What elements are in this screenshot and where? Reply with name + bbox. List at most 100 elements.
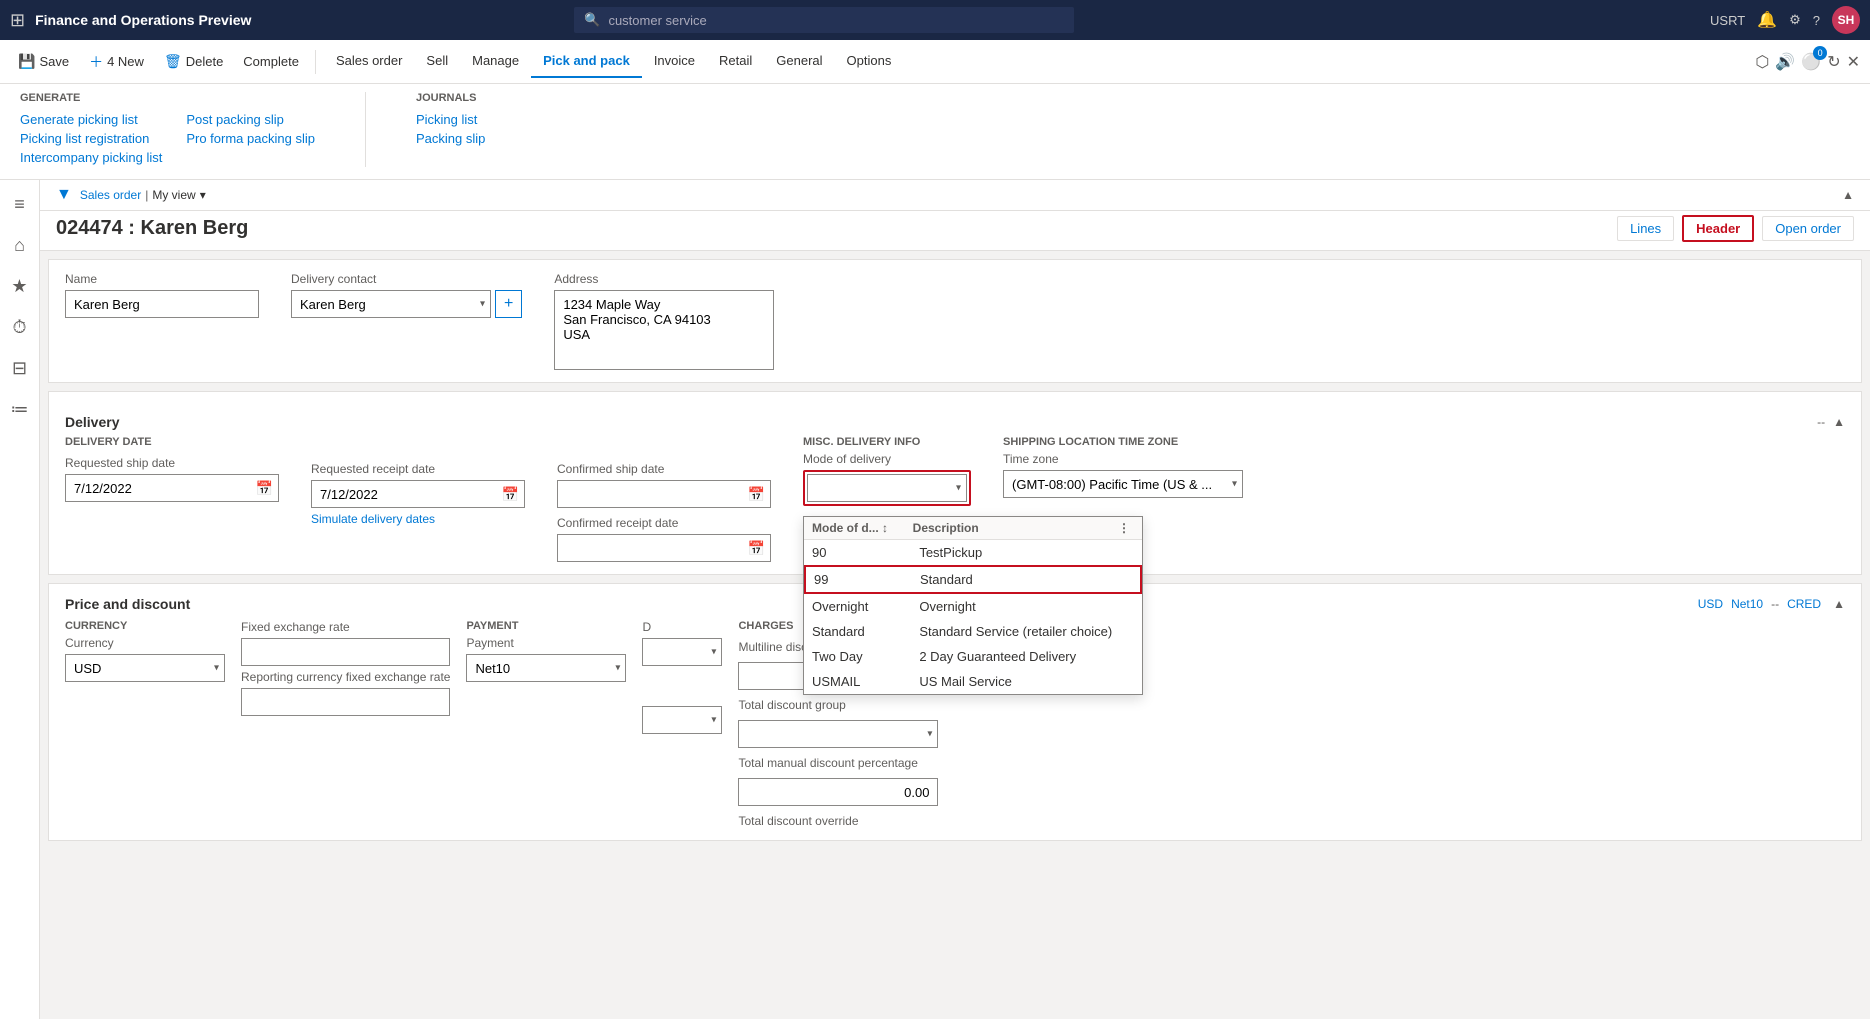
- price-tag-net10[interactable]: Net10: [1731, 597, 1763, 611]
- generate-picking-list[interactable]: Generate picking list: [20, 110, 162, 129]
- tab-retail[interactable]: Retail: [707, 45, 764, 78]
- mode-of-delivery-select[interactable]: 90 - TestPickup 99 - Standard Overnight …: [807, 474, 967, 502]
- m-select-wrap: ▾: [642, 706, 722, 734]
- currency-select[interactable]: USD: [65, 654, 225, 682]
- view-selector[interactable]: My view ▾: [152, 188, 205, 202]
- tab-options[interactable]: Options: [835, 45, 904, 78]
- dropdown-desc-overnight: Overnight: [919, 599, 1134, 614]
- toolbar-refresh-icon[interactable]: ↻: [1827, 52, 1840, 72]
- dropdown-row-usmail[interactable]: USMAIL US Mail Service: [804, 669, 1142, 694]
- picking-list-registration[interactable]: Picking list registration: [20, 129, 162, 148]
- sidebar-icon-workspaces[interactable]: ⊟: [6, 352, 33, 385]
- dropdown-code-99: 99: [814, 572, 920, 587]
- search-bar[interactable]: 🔍: [574, 7, 1074, 33]
- open-order-button[interactable]: Open order: [1762, 216, 1854, 241]
- settings-icon[interactable]: ⚙: [1789, 12, 1801, 28]
- time-zone-select[interactable]: (GMT-08:00) Pacific Time (US & ...: [1003, 470, 1243, 498]
- search-input[interactable]: [608, 13, 1064, 28]
- lines-button[interactable]: Lines: [1617, 216, 1674, 241]
- sidebar-icon-menu[interactable]: ≡: [8, 188, 31, 221]
- avatar[interactable]: SH: [1832, 6, 1860, 34]
- tab-invoice[interactable]: Invoice: [642, 45, 707, 78]
- dropdown-desc-90: TestPickup: [919, 545, 1134, 560]
- add-contact-button[interactable]: +: [495, 290, 522, 318]
- total-manual-disc-input[interactable]: [738, 778, 938, 806]
- complete-button[interactable]: Complete: [235, 50, 307, 73]
- dropdown-row-overnight[interactable]: Overnight Overnight: [804, 594, 1142, 619]
- packing-slip-journal[interactable]: Packing slip: [416, 129, 485, 148]
- misc-delivery-col: MISC. DELIVERY INFO Mode of delivery 90 …: [803, 436, 971, 562]
- bell-icon[interactable]: 🔔: [1757, 12, 1777, 29]
- tab-manage[interactable]: Manage: [460, 45, 531, 78]
- header-button[interactable]: Header: [1682, 215, 1754, 242]
- shipping-tz-label: SHIPPING LOCATION TIME ZONE: [1003, 436, 1243, 448]
- collapse-top-icon[interactable]: ▲: [1842, 188, 1854, 202]
- fixed-rate-input[interactable]: [241, 638, 450, 666]
- toolbar-notif[interactable]: ⚪ 0: [1801, 52, 1821, 72]
- notif-count: 0: [1813, 46, 1827, 60]
- delivery-collapse-icon[interactable]: --: [1817, 415, 1825, 429]
- tab-pick-and-pack[interactable]: Pick and pack: [531, 45, 642, 78]
- simulate-delivery-link[interactable]: Simulate delivery dates: [311, 512, 525, 526]
- d-select[interactable]: [642, 638, 722, 666]
- price-section-title: Price and discount: [65, 596, 190, 612]
- sidebar-icon-recent[interactable]: ⏱: [6, 311, 32, 344]
- sidebar-icon-list[interactable]: ≔: [5, 393, 35, 426]
- picking-list-journal[interactable]: Picking list: [416, 110, 485, 129]
- delivery-contact-select[interactable]: Karen Berg: [291, 290, 491, 318]
- price-tag-cred[interactable]: CRED: [1787, 597, 1821, 611]
- toolbar-close-icon[interactable]: ✕: [1847, 52, 1860, 72]
- payment-select-wrap: Net10 ▾: [466, 654, 626, 682]
- dropdown-code-90: 90: [812, 545, 919, 560]
- toolbar-right-icons: ⬡ 🔊 ⚪ 0 ↻ ✕: [1755, 52, 1860, 72]
- tab-general[interactable]: General: [764, 45, 834, 78]
- dropdown-col2-header: Description: [913, 521, 1114, 535]
- help-icon[interactable]: ?: [1813, 13, 1820, 28]
- post-packing-slip[interactable]: Post packing slip: [186, 110, 315, 129]
- dropdown-row-90[interactable]: 90 TestPickup: [804, 540, 1142, 565]
- delivery-expand-icon[interactable]: ▲: [1833, 415, 1845, 429]
- m-select[interactable]: [642, 706, 722, 734]
- reporting-rate-input[interactable]: [241, 688, 450, 716]
- requested-ship-date-wrap: 📅: [65, 474, 279, 502]
- price-tag-usd[interactable]: USD: [1698, 597, 1723, 611]
- save-button[interactable]: 💾 Save: [10, 49, 77, 74]
- requested-receipt-date-input[interactable]: [311, 480, 525, 508]
- requested-ship-date-group: Requested ship date 📅: [65, 456, 279, 502]
- save-label: Save: [39, 54, 69, 69]
- new-button[interactable]: ＋ 4 New: [81, 48, 152, 76]
- sidebar-icon-favorites[interactable]: ★: [5, 270, 33, 303]
- filter-bar: ▼ Sales order | My view ▾ ▲: [40, 180, 1870, 211]
- requested-ship-date-input[interactable]: [65, 474, 279, 502]
- tab-sales-order[interactable]: Sales order: [324, 45, 414, 78]
- address-textarea[interactable]: 1234 Maple Way San Francisco, CA 94103 U…: [554, 290, 774, 370]
- confirmed-ship-date-input[interactable]: [557, 480, 771, 508]
- delivery-cols: DELIVERY DATE Requested ship date 📅 Requ…: [65, 436, 1845, 562]
- payment-select[interactable]: Net10: [466, 654, 626, 682]
- breadcrumb-sales-order-link[interactable]: Sales order: [80, 188, 141, 202]
- notification-wrapper[interactable]: 🔔: [1757, 10, 1777, 30]
- confirmed-receipt-date-input[interactable]: [557, 534, 771, 562]
- top-bar: ⊞ Finance and Operations Preview 🔍 USRT …: [0, 0, 1870, 40]
- toolbar-icon-2[interactable]: 🔊: [1775, 52, 1795, 72]
- tab-sell[interactable]: Sell: [414, 45, 460, 78]
- dropdown-code-usmail: USMAIL: [812, 674, 919, 689]
- total-disc-select[interactable]: [738, 720, 938, 748]
- dropdown-resize-icon: ⋮: [1114, 521, 1134, 535]
- intercompany-picking-list[interactable]: Intercompany picking list: [20, 148, 162, 167]
- dropdown-row-standard[interactable]: Standard Standard Service (retailer choi…: [804, 619, 1142, 644]
- price-collapse-icon[interactable]: ▲: [1833, 597, 1845, 611]
- pro-forma-packing-slip[interactable]: Pro forma packing slip: [186, 129, 315, 148]
- dropdown-row-twoday[interactable]: Two Day 2 Day Guaranteed Delivery: [804, 644, 1142, 669]
- filter-icon[interactable]: ▼: [56, 186, 72, 204]
- toolbar-icon-1[interactable]: ⬡: [1755, 52, 1769, 72]
- confirmed-ship-date-group: Confirmed ship date 📅: [557, 462, 771, 508]
- delete-button[interactable]: 🗑 Delete: [156, 49, 231, 74]
- grid-icon[interactable]: ⊞: [10, 10, 25, 31]
- view-label: My view: [152, 188, 195, 202]
- price-tag-dash: --: [1771, 597, 1779, 611]
- dropdown-row-99[interactable]: 99 Standard: [804, 565, 1142, 594]
- customer-form-section: Name Delivery contact Karen Berg ▾ +: [48, 259, 1862, 383]
- name-input[interactable]: [65, 290, 259, 318]
- sidebar-icon-home[interactable]: ⌂: [8, 229, 31, 262]
